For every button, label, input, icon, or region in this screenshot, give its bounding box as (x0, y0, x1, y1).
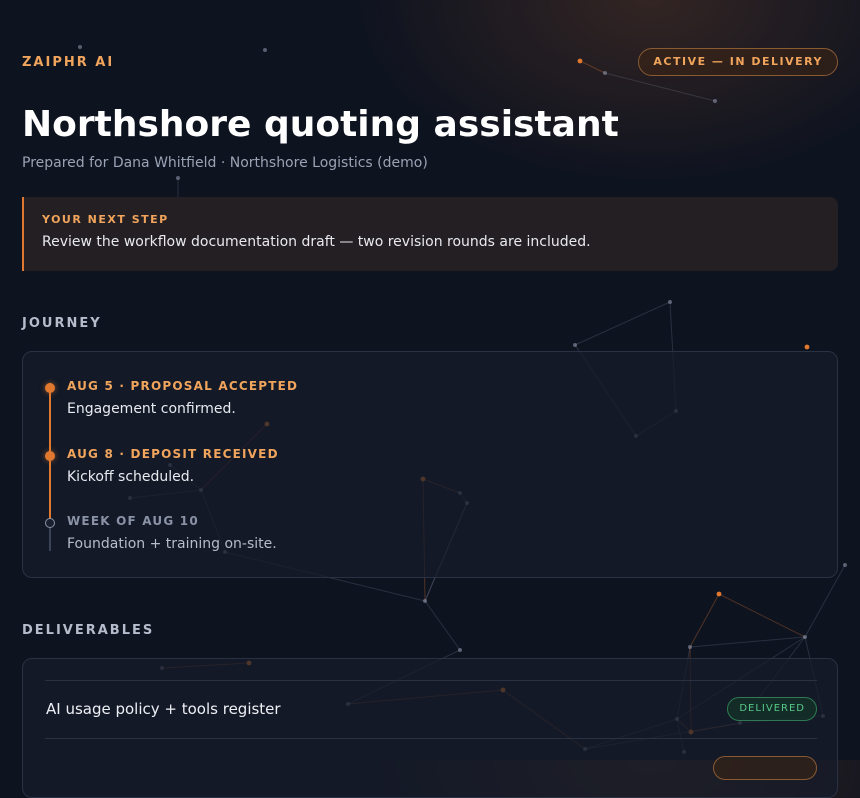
network-node (263, 48, 267, 52)
network-node (668, 300, 672, 304)
brand-logo-text: ZAIPHR AI (22, 55, 115, 70)
timeline-date: AUG 8 · DEPOSIT RECEIVED (67, 447, 279, 461)
network-node (843, 563, 847, 567)
network-node (78, 45, 82, 49)
deliverable-status-badge: DELIVERED (727, 697, 817, 721)
network-edge (579, 60, 606, 74)
timeline-description: Foundation + training on-site. (67, 536, 277, 552)
timeline-item: AUG 8 · DEPOSIT RECEIVED Kickoff schedul… (23, 447, 783, 497)
next-step-label: YOUR NEXT STEP (42, 213, 169, 226)
network-edge (574, 301, 671, 346)
network-node (804, 344, 810, 350)
timeline-item: WEEK OF AUG 10 Foundation + training on-… (23, 514, 783, 564)
timeline-description: Engagement confirmed. (67, 401, 236, 417)
network-edge (689, 636, 806, 648)
network-node (573, 343, 577, 347)
network-edge (424, 600, 461, 651)
status-badge: ACTIVE — IN DELIVERY (638, 48, 838, 76)
network-node (603, 71, 607, 75)
network-node (458, 648, 462, 652)
network-node (176, 176, 180, 180)
deliverable-name: AI usage policy + tools register (46, 700, 281, 718)
deliverable-row (45, 738, 817, 797)
network-edge (689, 593, 720, 648)
deliverables-heading: DELIVERABLES (22, 623, 155, 638)
timeline-item: AUG 5 · PROPOSAL ACCEPTED Engagement con… (23, 379, 783, 429)
deliverables-card: AI usage policy + tools register DELIVER… (22, 658, 838, 798)
network-edge (604, 72, 716, 102)
timeline-dot-pending-icon (45, 518, 55, 528)
journey-timeline-card: AUG 5 · PROPOSAL ACCEPTED Engagement con… (22, 351, 838, 578)
timeline-dot-completed-icon (45, 383, 55, 393)
network-node (423, 599, 427, 603)
network-node (803, 635, 807, 639)
page-title: Northshore quoting assistant (22, 104, 619, 145)
network-node (716, 591, 722, 597)
journey-heading: JOURNEY (22, 316, 102, 331)
next-step-text: Review the workflow documentation draft … (42, 234, 591, 250)
timeline-dot-completed-icon (45, 451, 55, 461)
timeline-description: Kickoff scheduled. (67, 469, 195, 485)
timeline-date: WEEK OF AUG 10 (67, 514, 199, 528)
network-node (577, 58, 583, 64)
timeline-date: AUG 5 · PROPOSAL ACCEPTED (67, 379, 299, 393)
next-step-callout: YOUR NEXT STEP Review the workflow docum… (22, 197, 838, 271)
network-node (713, 99, 717, 103)
deliverable-row: AI usage policy + tools register DELIVER… (45, 680, 817, 739)
page-subtitle: Prepared for Dana Whitfield · Northshore… (22, 155, 428, 171)
network-node (688, 645, 692, 649)
network-edge (718, 593, 806, 638)
